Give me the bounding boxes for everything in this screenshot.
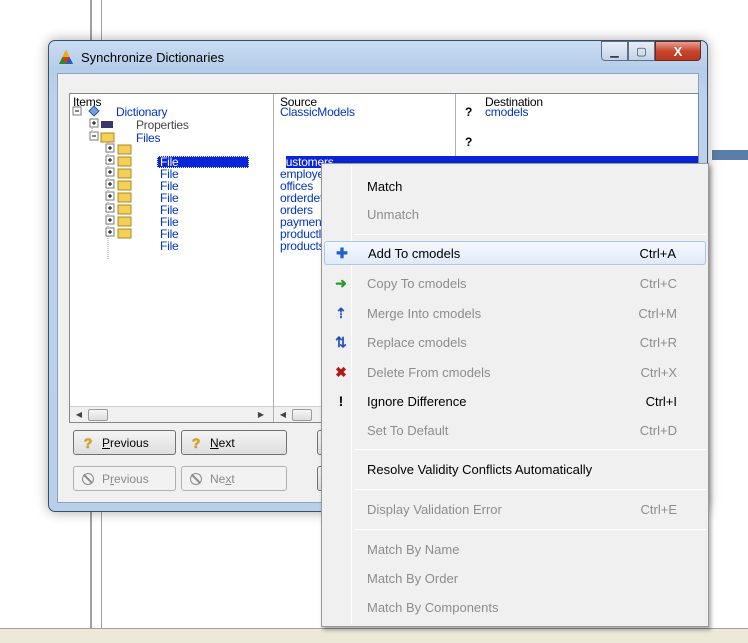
background-tab	[712, 150, 748, 160]
prohibited-icon	[82, 472, 94, 485]
tree-item-file[interactable]: File	[160, 239, 179, 253]
menu-item-add-to-cmodels[interactable]: ✚ Add To cmodels Ctrl+A	[324, 241, 706, 265]
menu-item-delete-from-cmodels[interactable]: ✖ Delete From cmodels Ctrl+X	[324, 360, 706, 384]
dest-dictionary[interactable]: cmodels	[485, 105, 528, 119]
menu-separator	[354, 489, 706, 490]
menu-item-resolve-validity-conflicts[interactable]: Resolve Validity Conflicts Automatically	[324, 457, 706, 481]
prohibited-icon	[190, 472, 202, 485]
previous-label: Previous	[102, 435, 149, 450]
files-dest-unknown-icon: ?	[465, 135, 473, 149]
menu-separator	[354, 234, 706, 235]
menu-item-match-by-components[interactable]: Match By Components	[324, 595, 706, 619]
minimize-button[interactable]: ▁	[601, 41, 628, 61]
column-divider-source[interactable]	[273, 94, 274, 422]
items-scroll-thumb[interactable]	[88, 409, 108, 421]
exclamation-icon: !	[338, 393, 344, 409]
menu-item-match-by-name[interactable]: Match By Name	[324, 537, 706, 561]
menu-item-display-validation-error[interactable]: Display Validation Error Ctrl+E	[324, 497, 706, 521]
minimize-icon: ▁	[610, 45, 619, 58]
menu-item-unmatch[interactable]: Unmatch	[324, 202, 706, 226]
maximize-button[interactable]: ▢	[628, 41, 655, 61]
source-scroll-thumb[interactable]	[292, 409, 312, 421]
menu-separator	[354, 449, 706, 450]
tree-item-files[interactable]: Files	[136, 131, 161, 145]
menu-item-replace-cmodels[interactable]: ⇅ Replace cmodels Ctrl+R	[324, 330, 706, 354]
question-icon: ?	[191, 434, 201, 451]
background-status-bar	[0, 628, 748, 643]
tree-connector-lines	[72, 105, 132, 260]
next-label: Next	[210, 435, 235, 450]
window-controls: ▁ ▢ X	[601, 41, 701, 61]
title-bar[interactable]: Synchronize Dictionaries ▁ ▢ X	[49, 41, 707, 71]
merge-icon: ⇡	[335, 304, 347, 321]
delete-x-icon: ✖	[335, 363, 347, 380]
maximize-icon: ▢	[636, 45, 647, 58]
previous-difference-button[interactable]: ? Previous	[73, 430, 176, 455]
scroll-right-icon[interactable]: ▶	[254, 408, 268, 422]
copy-arrow-icon: ➜	[335, 274, 347, 291]
close-icon: X	[673, 43, 683, 59]
tree-item-properties[interactable]: Properties	[136, 118, 189, 132]
menu-item-ignore-difference[interactable]: ! Ignore Difference Ctrl+I	[324, 389, 706, 413]
menu-item-copy-to-cmodels[interactable]: ➜ Copy To cmodels Ctrl+C	[324, 271, 706, 295]
menu-item-match-by-order[interactable]: Match By Order	[324, 566, 706, 590]
previous-conflict-button[interactable]: Previous	[73, 466, 176, 491]
menu-item-set-to-default[interactable]: Set To Default Ctrl+D	[324, 418, 706, 442]
question-icon: ?	[83, 434, 93, 451]
items-hscrollbar[interactable]: ◀ ▶	[70, 406, 273, 422]
close-button[interactable]: X	[655, 41, 701, 61]
scroll-left-icon[interactable]: ◀	[72, 408, 86, 422]
context-menu: Match Unmatch ✚ Add To cmodels Ctrl+A ➜ …	[321, 163, 709, 627]
menu-item-match[interactable]: Match	[324, 174, 706, 198]
menu-separator	[354, 529, 706, 530]
dest-unknown-icon: ?	[465, 105, 473, 119]
app-triangle-icon	[59, 50, 73, 64]
next-difference-button[interactable]: ? Next	[181, 430, 287, 455]
next-conflict-button[interactable]: Next	[181, 466, 287, 491]
window-title: Synchronize Dictionaries	[81, 50, 225, 65]
replace-icon: ⇅	[335, 333, 347, 350]
previous-conflict-label: Previous	[102, 471, 149, 486]
source-dictionary[interactable]: ClassicModels	[280, 105, 355, 119]
next-conflict-label: Next	[210, 471, 235, 486]
scroll-left-icon[interactable]: ◀	[276, 408, 290, 422]
add-plus-icon: ✚	[336, 244, 348, 261]
tree-item-dictionary[interactable]: Dictionary	[116, 105, 168, 119]
source-file[interactable]: products	[280, 239, 325, 253]
menu-item-merge-into-cmodels[interactable]: ⇡ Merge Into cmodels Ctrl+M	[324, 301, 706, 325]
